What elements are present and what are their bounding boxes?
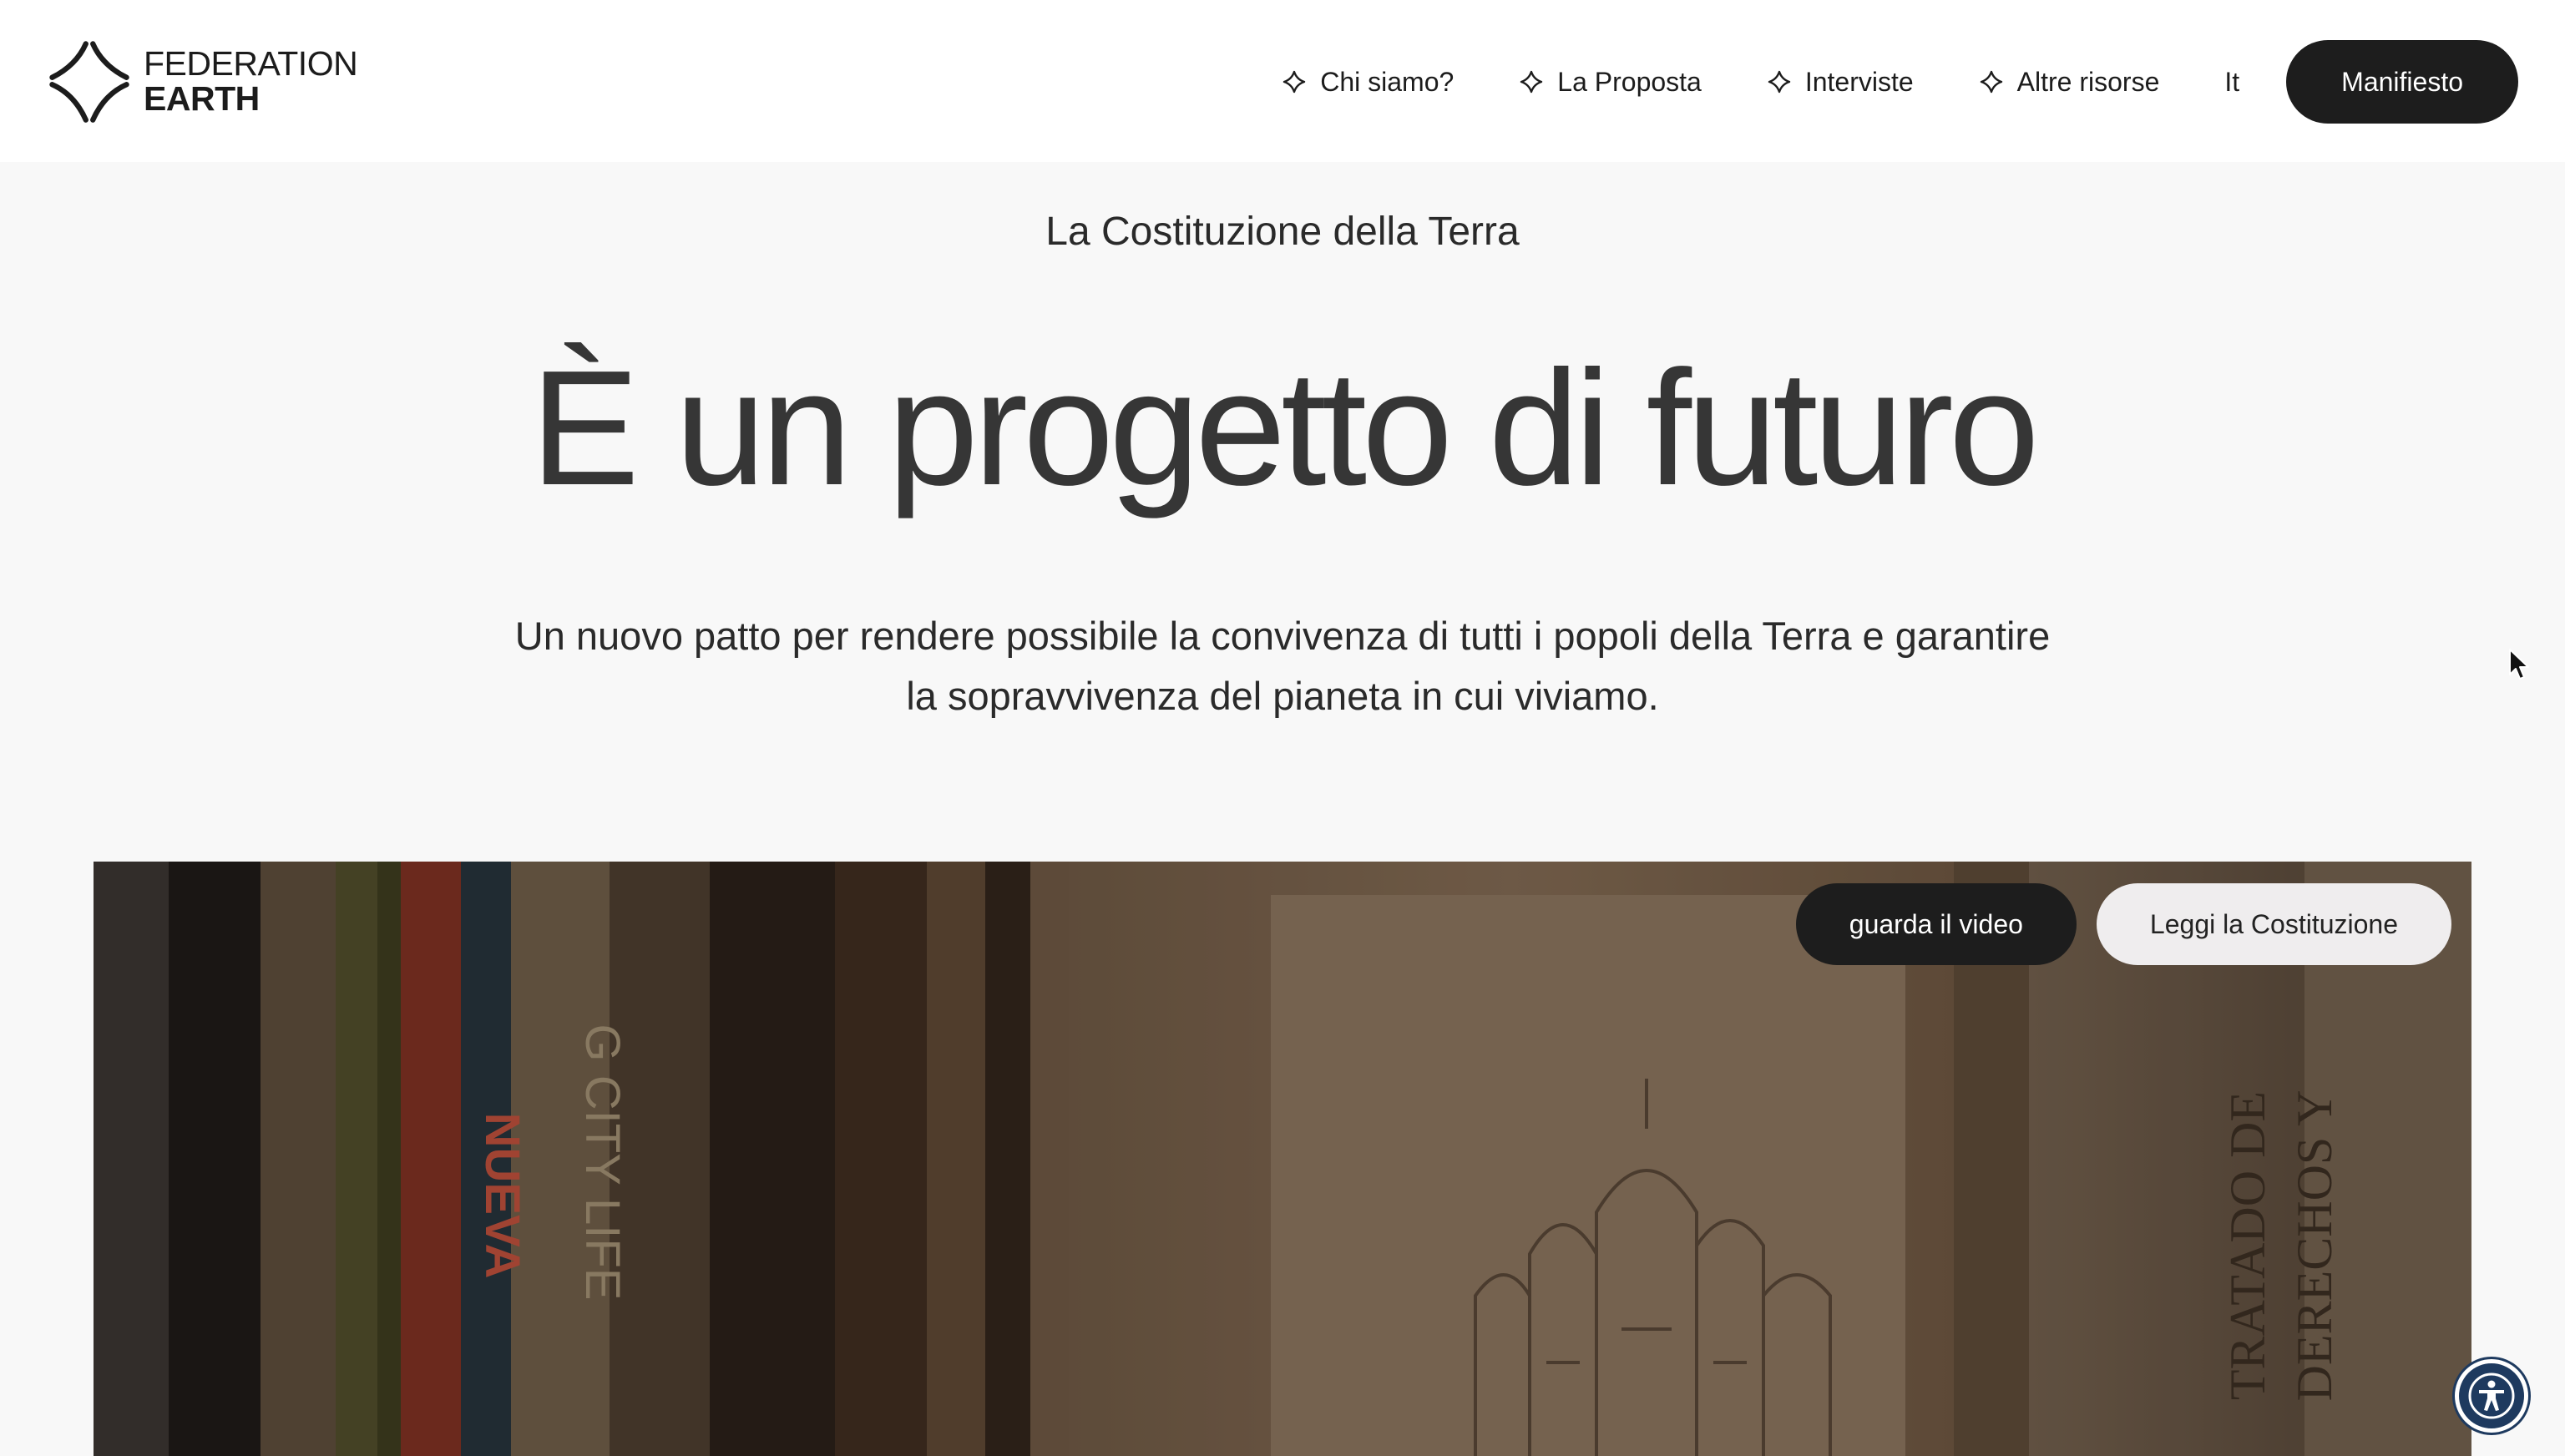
logo-line-1: FEDERATION [144,43,358,83]
diamond-icon [1768,70,1791,94]
video-actions: guarda il video Leggi la Costituzione [1795,883,2451,965]
diamond-icon [1283,70,1306,94]
hero-subtitle: Un nuovo patto per rendere possibile la … [514,614,2051,718]
nav-item-label: Interviste [1804,66,1914,97]
nav-item-label: Altre risorse [2016,66,2160,97]
nav-item-la-proposta[interactable]: La Proposta [1519,67,1702,98]
nav-item-chi-siamo[interactable]: Chi siamo? [1282,67,1454,98]
accessibility-icon [2468,1373,2515,1419]
watch-video-button[interactable]: guarda il video [1795,883,2077,965]
logo-mark-icon [49,41,129,123]
manifesto-button[interactable]: Manifiesto [2286,40,2518,124]
hero-video[interactable]: NUEVA G CITY LIFE TRATADO DE DERECHOS Y … [94,862,2471,1456]
read-constitution-button[interactable]: Leggi la Costituzione [2096,883,2451,965]
nav-item-label: Chi siamo? [1320,66,1455,97]
diamond-icon [1980,70,2002,94]
hero-title: È un progetto di futuro [530,336,2040,519]
nav-item-interviste[interactable]: Interviste [1767,67,1914,98]
logo-wordmark: FEDERATION EARTH [144,43,358,118]
site-header: FEDERATION EARTH Chi siamo? La Proposta … [0,0,2565,162]
mouse-cursor-icon [2509,649,2529,680]
hero-eyebrow: La Costituzione della Terra [1045,210,1520,254]
diamond-icon [1520,70,1543,94]
logo-line-2: EARTH [144,78,260,118]
accessibility-button[interactable] [2455,1359,2528,1433]
federation-earth-logo[interactable]: FEDERATION EARTH [45,37,358,125]
main-navigation: Chi siamo? La Proposta Interviste Altre … [1282,40,2518,124]
language-selector[interactable]: It [2224,67,2239,98]
nav-item-altre-risorse[interactable]: Altre risorse [1979,66,2160,98]
nav-item-label: La Proposta [1557,66,1702,97]
